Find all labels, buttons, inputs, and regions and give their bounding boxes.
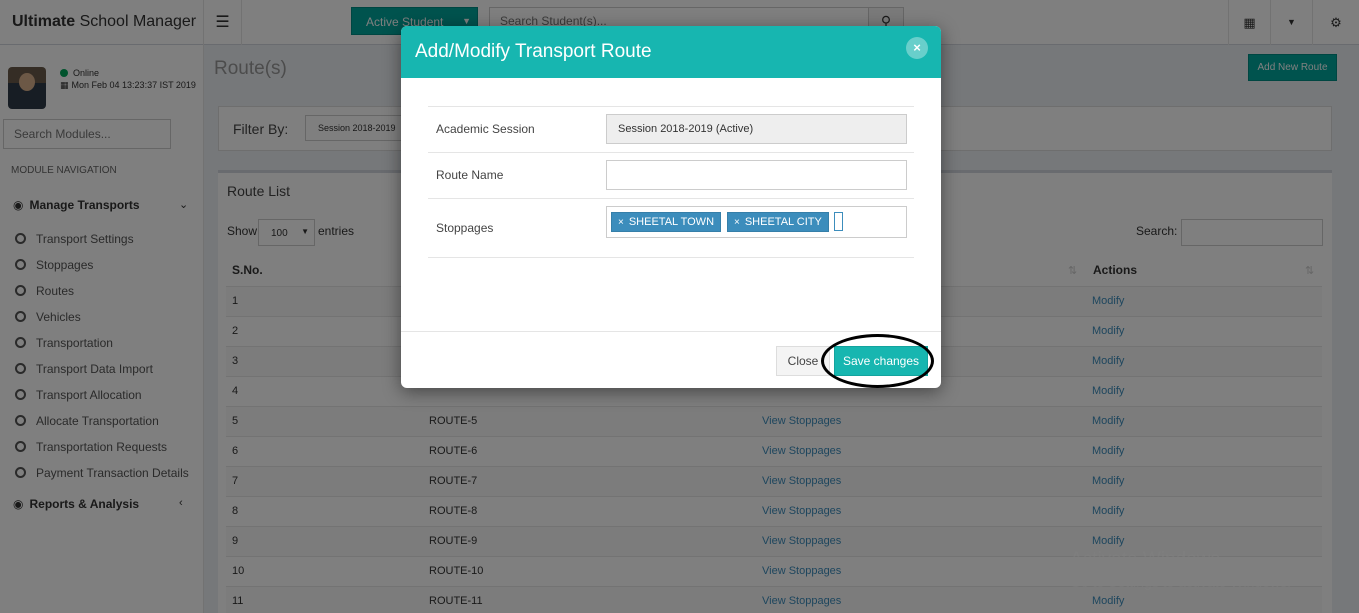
stoppages-multiselect[interactable]: × SHEETAL TOWN × SHEETAL CITY xyxy=(606,206,907,238)
form-row-session: Academic Session Session 2018-2019 (Acti… xyxy=(428,107,914,153)
modal-header: Add/Modify Transport Route × xyxy=(401,26,941,78)
close-icon[interactable]: × xyxy=(906,37,928,59)
route-name-label: Route Name xyxy=(436,168,504,182)
remove-tag-icon[interactable]: × xyxy=(734,217,740,228)
form-row-route-name: Route Name xyxy=(428,153,914,199)
stoppage-tag-label: SHEETAL CITY xyxy=(744,216,822,228)
route-form: Academic Session Session 2018-2019 (Acti… xyxy=(428,106,914,258)
transport-route-modal: Add/Modify Transport Route × Academic Se… xyxy=(401,26,941,388)
stoppage-tag: × SHEETAL TOWN xyxy=(611,212,722,232)
academic-session-field: Session 2018-2019 (Active) xyxy=(606,114,907,144)
modal-title: Add/Modify Transport Route xyxy=(415,41,652,62)
stoppage-search-cursor[interactable] xyxy=(834,212,843,231)
form-row-stoppages: Stoppages × SHEETAL TOWN × SHEETAL CITY xyxy=(428,199,914,258)
academic-session-label: Academic Session xyxy=(436,122,535,136)
stoppages-label: Stoppages xyxy=(436,221,494,235)
stoppage-tag: × SHEETAL CITY xyxy=(727,212,829,232)
remove-tag-icon[interactable]: × xyxy=(618,217,624,228)
route-name-input[interactable] xyxy=(606,160,907,190)
annotation-circle xyxy=(821,334,934,388)
stoppage-tag-label: SHEETAL TOWN xyxy=(628,216,715,228)
